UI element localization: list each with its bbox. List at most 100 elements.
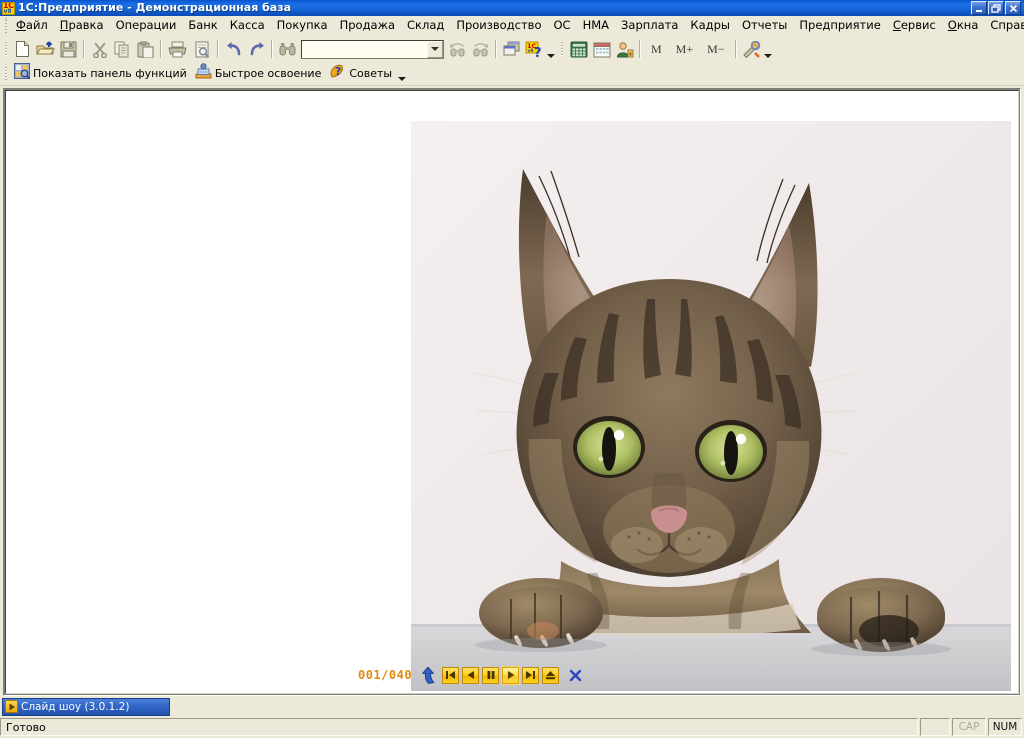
toolbar-separator [271, 40, 273, 58]
next-slide-button[interactable] [522, 666, 540, 684]
menu-item-bank[interactable]: Банк [182, 17, 223, 35]
mdi-client-inner: 001/040 [5, 90, 1019, 694]
first-slide-button[interactable] [442, 666, 460, 684]
clipboard-paste-icon[interactable] [134, 38, 157, 60]
1c-help-icon[interactable]: 1C v8 ? [523, 38, 546, 60]
menu-item-service[interactable]: Сервис [887, 17, 942, 35]
menu-item-operations[interactable]: Операции [110, 17, 183, 35]
menu-item-intangible-assets[interactable]: НМА [577, 17, 615, 35]
calculator-icon[interactable] [567, 38, 590, 60]
slideshow-viewer[interactable]: 001/040 [6, 91, 1018, 693]
binoculars-prev-icon[interactable] [446, 38, 469, 60]
play-icon [5, 700, 18, 713]
copy-icon[interactable] [111, 38, 134, 60]
scissors-icon[interactable] [88, 38, 111, 60]
tips-label: Советы [349, 67, 393, 80]
menu-item-production[interactable]: Производство [450, 17, 547, 35]
status-message: Готово [0, 718, 918, 736]
status-num-lock: NUM [988, 718, 1022, 736]
eject-button[interactable] [542, 666, 560, 684]
menu-item-cash[interactable]: Касса [224, 17, 271, 35]
secondary-toolbar: Показать панель функций Быстрое освоение… [0, 62, 1024, 86]
mdi-taskbar: Слайд шоу (3.0.1.2) [0, 696, 1024, 716]
application-window: 1C v8 1С:Предприятие - Демонстрационная … [0, 0, 1024, 738]
show-functions-panel-label: Показать панель функций [33, 67, 187, 80]
memory-add-button[interactable]: M+ [669, 42, 700, 57]
title-bar: 1C v8 1С:Предприятие - Демонстрационная … [0, 0, 1024, 16]
tips-lightbulb-icon: ? [329, 63, 346, 84]
toolbar-grip[interactable] [3, 39, 9, 59]
slideshow-up-button[interactable] [421, 666, 435, 684]
menu-item-warehouse[interactable]: Склад [401, 17, 450, 35]
secondary-toolbar-grip[interactable] [3, 63, 9, 84]
binoculars-next-icon[interactable] [469, 38, 492, 60]
menu-item-salary[interactable]: Зарплата [615, 17, 684, 35]
status-spacer-cell [920, 718, 950, 736]
binoculars-icon[interactable] [276, 38, 299, 60]
menu-bar: Файл Правка Операции Банк Касса Покупка … [0, 16, 1024, 36]
window-controls [971, 1, 1023, 15]
cat-photo[interactable] [411, 121, 1011, 691]
chevron-down-icon [431, 47, 439, 51]
open-folder-icon[interactable] [34, 38, 57, 60]
svg-text:v8: v8 [528, 48, 534, 54]
tips-button[interactable]: ? Советы [326, 64, 397, 84]
printer-icon[interactable] [165, 38, 191, 60]
menu-item-purchase[interactable]: Покупка [271, 17, 334, 35]
menu-bar-grip[interactable] [2, 18, 9, 34]
menu-item-windows[interactable]: Окна [942, 17, 985, 35]
1c-v8-logo-icon[interactable]: 1C v8 [2, 1, 15, 15]
toolbar-grip-2[interactable] [559, 39, 565, 59]
close-button[interactable] [1005, 1, 1021, 15]
mdi-client-area: 001/040 [3, 88, 1021, 696]
toolbar-separator [83, 40, 85, 58]
status-caps-lock: CAP [952, 718, 986, 736]
menu-item-help[interactable]: Справка [984, 17, 1024, 35]
search-combo[interactable] [301, 39, 444, 59]
quick-start-button[interactable]: Быстрое освоение [192, 63, 327, 84]
svg-text:?: ? [534, 46, 542, 58]
restore-button[interactable] [988, 1, 1004, 15]
toolbar-separator [217, 40, 219, 58]
toolbar-separator [639, 40, 641, 58]
menu-item-edit[interactable]: Правка [54, 17, 110, 35]
menu-item-file[interactable]: Файл [10, 17, 54, 35]
app-icon-text-bottom: v8 [3, 7, 12, 15]
menu-item-sales[interactable]: Продажа [334, 17, 401, 35]
new-document-icon[interactable] [11, 38, 34, 60]
calendar-icon[interactable] [590, 38, 613, 60]
window-title: 1С:Предприятие - Демонстрационная база [18, 1, 292, 14]
quick-start-icon [195, 63, 212, 84]
menu-item-enterprise[interactable]: Предприятие [793, 17, 886, 35]
menu-item-personnel[interactable]: Кадры [684, 17, 736, 35]
print-preview-icon[interactable] [191, 38, 214, 60]
memory-recall-button[interactable]: M [644, 42, 669, 57]
undo-arrow-icon[interactable] [222, 38, 245, 60]
previous-slide-button[interactable] [462, 666, 480, 684]
secondary-toolbar-chevron-down-icon[interactable] [398, 77, 407, 81]
play-button[interactable] [502, 666, 520, 684]
close-slideshow-button[interactable] [568, 668, 583, 683]
search-dropdown-button[interactable] [427, 40, 443, 58]
menu-item-reports[interactable]: Отчеты [736, 17, 793, 35]
floppy-save-icon[interactable] [57, 38, 80, 60]
taskbar-item-slideshow[interactable]: Слайд шоу (3.0.1.2) [2, 697, 170, 716]
svg-text:?: ? [335, 65, 341, 78]
search-input[interactable] [302, 41, 427, 58]
person-icon[interactable] [613, 38, 636, 60]
menu-item-fixed-assets[interactable]: ОС [548, 17, 577, 35]
toolbar-separator [495, 40, 497, 58]
toolbar-separator [734, 40, 737, 58]
memory-subtract-button[interactable]: M− [700, 42, 731, 57]
hammer-wrench-icon[interactable] [740, 38, 763, 60]
taskbar-item-label: Слайд шоу (3.0.1.2) [21, 700, 130, 713]
slideshow-controls: 001/040 [358, 666, 583, 684]
show-functions-panel-button[interactable]: Показать панель функций [11, 63, 192, 84]
windows-cascade-icon[interactable] [500, 38, 523, 60]
pause-button[interactable] [482, 666, 500, 684]
redo-arrow-icon[interactable] [245, 38, 268, 60]
minimize-button[interactable] [971, 1, 987, 15]
toolbar-overflow-chevron-down-icon-2[interactable] [763, 54, 772, 58]
quick-start-label: Быстрое освоение [214, 67, 322, 80]
toolbar-overflow-chevron-down-icon[interactable] [547, 54, 555, 58]
